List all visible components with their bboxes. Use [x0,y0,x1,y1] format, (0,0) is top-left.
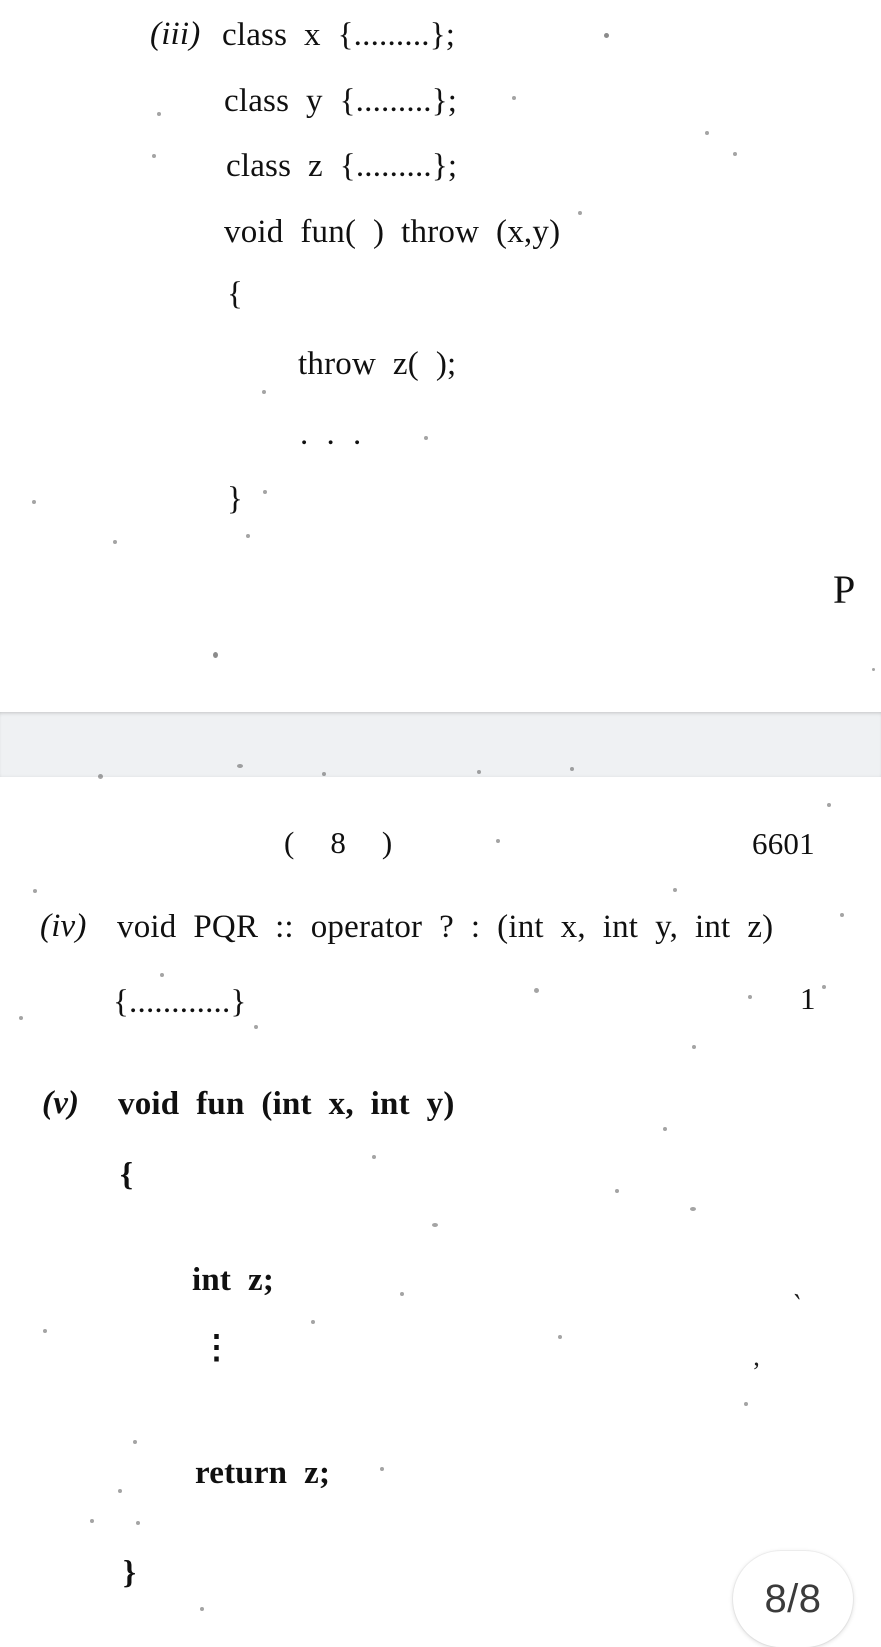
marks-allocation-iv: 1 [800,981,816,1016]
scan-speck [424,436,428,440]
stray-pen-mark: ʼ [752,1357,761,1386]
scan-speck [152,154,156,158]
scan-speck [32,500,36,504]
scan-speck [477,770,481,774]
code-line-operator-decl: void PQR :: operator ? : (int x, int y, … [117,909,774,945]
scan-speck [90,1519,94,1523]
scan-speck [673,888,677,892]
scan-speck [827,803,831,807]
scan-speck [118,1489,122,1493]
scan-speck [43,1329,47,1333]
page-separator-band [0,712,881,777]
code-line-close-brace: } [227,481,244,517]
code-line-void-fun-decl: void fun (int x, int y) [118,1086,455,1122]
scan-speck [246,534,250,538]
scan-speck [400,1292,404,1296]
scan-speck [512,96,516,100]
item-label-v: (v) [42,1085,80,1121]
code-line-void-fun-throw: void fun( ) throw (x,y) [224,214,561,250]
scan-speck [237,764,243,768]
scan-speck [33,889,37,893]
scan-speck [615,1189,619,1193]
scan-speck [19,1016,23,1020]
scan-speck [160,973,164,977]
code-line-throw-z: throw z( ); [298,346,457,382]
scan-speck [157,112,161,116]
scan-speck [744,1402,748,1406]
item-label-iii: (iii) [150,16,201,52]
scanned-page-upper[interactable]: (iii) class x {.........}; class y {....… [0,0,881,712]
scan-speck [432,1223,438,1227]
scan-speck [133,1440,137,1444]
scan-speck [322,772,326,776]
code-line-open-brace: { [227,276,244,312]
scan-speck [663,1127,667,1131]
scan-speck [496,839,500,843]
scan-speck [263,490,267,494]
scan-speck [840,913,844,917]
scan-speck [872,668,875,671]
scan-speck [570,767,574,771]
code-line-class-x: class x {.........}; [222,17,456,53]
page-header-code: 6601 [752,826,815,861]
scanned-page-lower[interactable]: ( 8 ) 6601 (iv) void PQR :: operator ? :… [0,764,881,1647]
scan-speck [372,1155,376,1159]
scan-speck [311,1320,315,1324]
scan-speck [113,540,117,544]
scan-speck [690,1207,696,1211]
code-line-return-z: return z; [195,1455,331,1491]
page-indicator-pill[interactable]: 8/8 [733,1551,853,1647]
code-line-v-open-brace: { [120,1157,134,1193]
code-line-class-z: class z {.........}; [226,148,458,184]
scan-speck [136,1521,140,1525]
scan-speck [604,33,609,38]
item-label-iv: (iv) [40,908,87,944]
scan-speck [733,152,737,156]
scan-speck [558,1335,562,1339]
scan-speck [822,985,826,989]
scan-speck [578,211,582,215]
code-line-int-z: int z; [192,1262,275,1298]
code-line-operator-body: {............} [113,984,247,1020]
scan-speck [534,988,539,993]
scan-speck [380,1467,384,1471]
scan-speck [98,774,103,779]
scan-speck [213,652,218,658]
cut-off-letter-p: P [833,567,856,612]
stray-pen-mark: ˋ [786,1288,804,1323]
page-indicator-label: 8/8 [764,1576,822,1621]
vertical-ellipsis-icon: ⋮ [200,1330,233,1366]
scan-speck [262,390,266,394]
scan-speck [748,995,752,999]
scan-speck [705,131,709,135]
page-header-center: ( 8 ) [284,825,394,860]
code-line-class-y: class y {.........}; [224,83,458,119]
code-line-ellipsis: . . . [300,416,367,452]
scan-speck [254,1025,258,1029]
scan-speck [692,1045,696,1049]
scan-speck [200,1607,204,1611]
code-line-v-close-brace: } [123,1555,137,1591]
